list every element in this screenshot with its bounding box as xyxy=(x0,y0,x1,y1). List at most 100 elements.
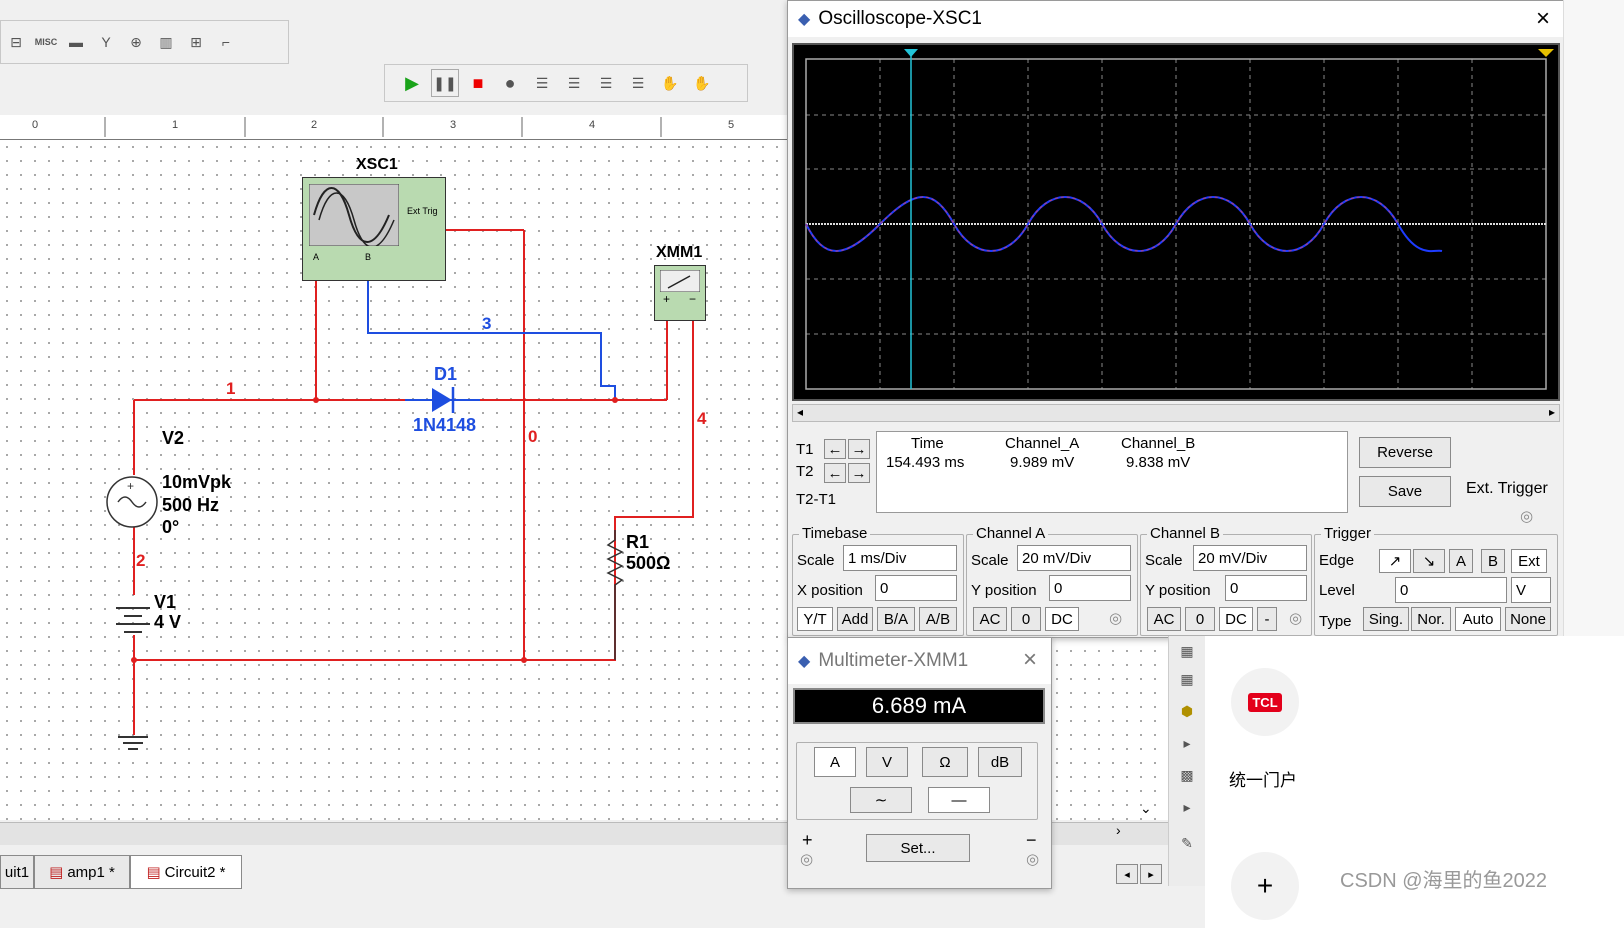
mm-dc-button[interactable]: — xyxy=(928,787,990,813)
prev-sheet-button[interactable]: ◂ xyxy=(1116,864,1138,884)
step-out-icon[interactable]: ☰ xyxy=(593,70,619,96)
edge-label: Edge xyxy=(1319,552,1355,569)
scroll-down-icon[interactable]: ⌄ xyxy=(1140,800,1152,817)
xsc1-screen-icon xyxy=(309,184,399,246)
chb-dc-button[interactable]: DC xyxy=(1219,607,1253,631)
close-icon[interactable]: × xyxy=(1536,5,1550,33)
next-sheet-button[interactable]: ▸ xyxy=(1140,864,1162,884)
mm-set-button[interactable]: Set... xyxy=(866,834,970,862)
bus-icon[interactable]: ⌐ xyxy=(213,29,239,55)
chb-value: 9.838 mV xyxy=(1126,454,1191,471)
xmm1-component[interactable]: + − xyxy=(654,265,706,321)
mm-ac-button[interactable]: ∼ xyxy=(850,787,912,813)
rising-edge-icon: ↗ xyxy=(1388,553,1402,570)
close-icon[interactable]: × xyxy=(1023,646,1037,674)
t1-right-button[interactable]: → xyxy=(848,439,870,459)
ab-button[interactable]: A/B xyxy=(919,607,957,631)
level-field[interactable]: 0 xyxy=(1395,577,1507,603)
chb-zero-button[interactable]: 0 xyxy=(1185,607,1215,631)
cha-terminal-icon[interactable]: ◎ xyxy=(1109,609,1122,627)
instrument-icon[interactable]: ▩ xyxy=(1174,762,1200,788)
mm-plus-terminal-icon[interactable]: ◎ xyxy=(800,850,813,868)
t2-right-button[interactable]: → xyxy=(848,463,870,483)
expand-icon[interactable]: ▸ xyxy=(1174,730,1200,756)
tab-circuit2[interactable]: ▤ Circuit2 * xyxy=(130,855,242,889)
tcl-app-button[interactable]: TCL xyxy=(1231,668,1299,736)
pause-icon[interactable]: ❚❚ xyxy=(431,69,459,97)
rising-edge-button[interactable]: ↗ xyxy=(1379,549,1411,573)
cha-dc-button[interactable]: DC xyxy=(1045,607,1079,631)
yt-button[interactable]: Y/T xyxy=(797,607,833,631)
mm-ohm-button[interactable]: Ω xyxy=(922,747,968,777)
ext-trigger-terminal-icon[interactable]: ◎ xyxy=(1520,507,1533,525)
cha-scale-label: Scale xyxy=(971,552,1009,569)
misc-icon[interactable]: MISC xyxy=(33,29,59,55)
tcl-logo: TCL xyxy=(1248,692,1282,712)
scroll-right-icon[interactable]: ▸ xyxy=(1549,405,1555,419)
none-button[interactable]: None xyxy=(1505,607,1551,631)
trigger-b-button[interactable]: B xyxy=(1481,549,1505,573)
probe-icon[interactable]: ● xyxy=(497,70,523,96)
col-chb-header: Channel_B xyxy=(1121,435,1196,452)
interact-hand-icon[interactable]: ✋ xyxy=(657,70,683,96)
add-app-button[interactable]: + xyxy=(1231,852,1299,920)
mm-db-button[interactable]: dB xyxy=(978,747,1022,777)
interact-hand-off-icon[interactable]: ✋ xyxy=(689,70,715,96)
peripheral-icon[interactable]: ▬ xyxy=(63,29,89,55)
t1-left-button[interactable]: ← xyxy=(824,439,846,459)
chb-scale-field[interactable]: 20 mV/Div xyxy=(1193,545,1307,571)
ba-button[interactable]: B/A xyxy=(877,607,915,631)
run-icon[interactable]: ▶ xyxy=(399,70,425,96)
chevron-right-icon[interactable]: › xyxy=(1116,822,1121,838)
simulation-toolbar: ▶ ❚❚ ■ ● ☰ ☰ ☰ ☰ ✋ ✋ xyxy=(384,64,748,102)
trigger-ext-button[interactable]: Ext xyxy=(1511,549,1547,573)
nor-button[interactable]: Nor. xyxy=(1411,607,1451,631)
cha-scale-field[interactable]: 20 mV/Div xyxy=(1017,545,1131,571)
mm-amp-button[interactable]: A xyxy=(814,747,856,777)
osc-screen[interactable] xyxy=(792,43,1560,401)
auto-button[interactable]: Auto xyxy=(1455,607,1501,631)
rf-icon[interactable]: ⊕ xyxy=(123,29,149,55)
xsc1-ext-trig-label: Ext Trig xyxy=(407,206,438,216)
step-icon[interactable]: ☰ xyxy=(529,70,555,96)
sheet-nav: ◂ ▸ xyxy=(1116,864,1164,884)
chb-ac-button[interactable]: AC xyxy=(1147,607,1181,631)
mm-volt-button[interactable]: V xyxy=(866,747,908,777)
cha-zero-button[interactable]: 0 xyxy=(1011,607,1041,631)
cha-ypos-field[interactable]: 0 xyxy=(1049,575,1131,601)
scroll-left-icon[interactable]: ◂ xyxy=(797,405,803,419)
chb-terminal-icon[interactable]: ◎ xyxy=(1289,609,1302,627)
probe-icon[interactable]: ✎ xyxy=(1174,830,1200,856)
connector-icon[interactable]: ⊟ xyxy=(3,29,29,55)
xpos-field[interactable]: 0 xyxy=(875,575,957,601)
tab-uit1[interactable]: uit1 xyxy=(0,855,34,889)
reverse-button[interactable]: Reverse xyxy=(1359,437,1451,468)
osc-screen-scrollbar[interactable]: ◂ ▸ xyxy=(792,404,1560,422)
falling-edge-button[interactable]: ↘ xyxy=(1413,549,1445,573)
chb-ypos-field[interactable]: 0 xyxy=(1225,575,1307,601)
expand-icon[interactable]: ▸ xyxy=(1174,794,1200,820)
mm-plus-terminal: + xyxy=(802,830,813,850)
save-button[interactable]: Save xyxy=(1359,476,1451,507)
step-into-icon[interactable]: ☰ xyxy=(561,70,587,96)
level-unit-field[interactable]: V xyxy=(1511,577,1551,603)
chip-icon[interactable]: ▥ xyxy=(153,29,179,55)
mm-minus-terminal-icon[interactable]: ◎ xyxy=(1026,850,1039,868)
t2-left-button[interactable]: ← xyxy=(824,463,846,483)
stop-icon[interactable]: ■ xyxy=(465,70,491,96)
chb-minus-button[interactable]: - xyxy=(1257,607,1277,631)
step-over-icon[interactable]: ☰ xyxy=(625,70,651,96)
xsc1-component[interactable]: Ext Trig A B xyxy=(302,177,446,281)
sing-button[interactable]: Sing. xyxy=(1363,607,1409,631)
cha-ac-button[interactable]: AC xyxy=(973,607,1007,631)
instrument-icon[interactable]: ▦ xyxy=(1174,666,1200,692)
instrument-icon[interactable]: ▦ xyxy=(1174,638,1200,664)
trigger-a-button[interactable]: A xyxy=(1449,549,1473,573)
v2-frequency: 500 Hz xyxy=(162,495,220,515)
hierarchy-icon[interactable]: ⊞ xyxy=(183,29,209,55)
tab-amp1[interactable]: ▤ amp1 * xyxy=(34,855,130,889)
antenna-icon[interactable]: Y xyxy=(93,29,119,55)
voltage-probe-icon[interactable]: ⬢ xyxy=(1174,698,1200,724)
timebase-scale-field[interactable]: 1 ms/Div xyxy=(843,545,957,571)
add-button[interactable]: Add xyxy=(837,607,873,631)
